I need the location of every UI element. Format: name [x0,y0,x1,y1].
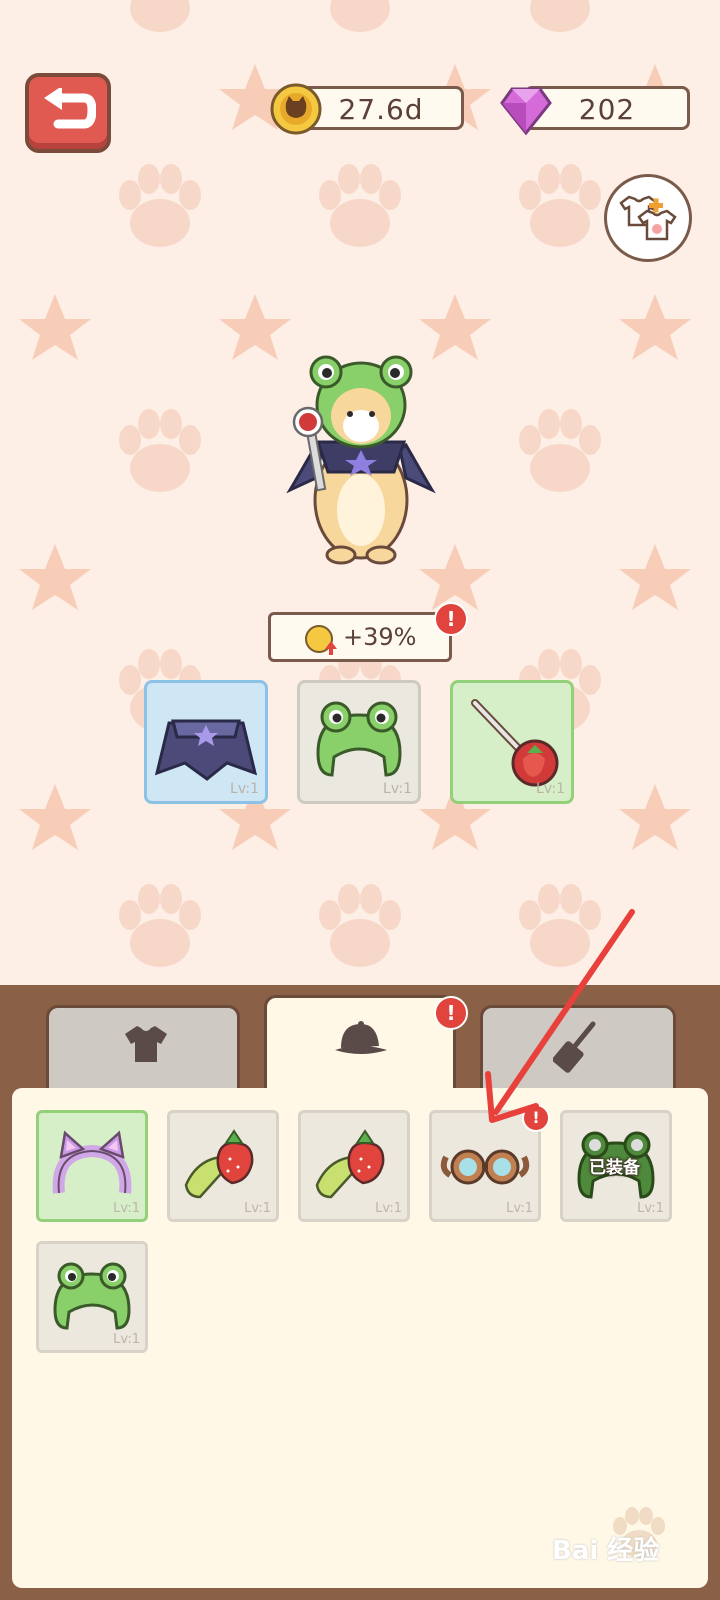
watermark: Bai 经验 [552,1536,660,1566]
coin-bonus-value: +39% [343,623,417,651]
cat-character [286,355,436,565]
shirt-icon [125,1026,167,1062]
coin-boost-icon [305,625,337,655]
equipped-slot-tool[interactable]: Lv:1 [450,680,574,804]
level-label: Lv:1 [113,1332,140,1347]
inventory-item-strawberry-hairclip[interactable]: Lv:1 [167,1110,279,1222]
inventory-item-frog-hat-equipped[interactable]: 已装备 Lv:1 [560,1110,672,1222]
cap-icon [335,1021,387,1054]
undo-arrow-icon [44,88,96,129]
level-label: Lv:1 [536,781,565,797]
coin-counter: 27.6d [298,86,464,130]
level-label: Lv:1 [375,1201,402,1216]
outfit-wardrobe-button[interactable] [604,174,692,262]
inventory-item-strawberry-hairclip[interactable]: Lv:1 [298,1110,410,1222]
alert-badge: ! [522,1104,550,1132]
level-label: Lv:1 [113,1201,140,1216]
level-label: Lv:1 [383,781,412,797]
cat-coin-icon [270,83,322,135]
inventory-panel: Lv:1 Lv:1 Lv:1 Lv:1 已装备 Lv:1 Lv:1 [12,1088,708,1588]
tab-clothes[interactable] [46,1005,240,1091]
gem-icon [500,87,552,136]
shirts-plus-icon [619,195,677,241]
spatula-icon [553,1021,596,1073]
level-label: Lv:1 [506,1201,533,1216]
equipped-label: 已装备 [589,1158,640,1178]
coin-bonus-box: +39% [268,612,452,662]
tab-tools[interactable] [480,1005,676,1091]
equipped-slot-cape[interactable]: Lv:1 [144,680,268,804]
alert-badge: ! [434,996,468,1030]
tab-hats[interactable] [264,995,456,1095]
alert-badge: ! [434,602,468,636]
equipped-slot-hat[interactable]: Lv:1 [297,680,421,804]
coin-amount: 27.6d [338,93,424,126]
level-label: Lv:1 [244,1201,271,1216]
inventory-item-cat-ear-headband[interactable]: Lv:1 [36,1110,148,1222]
level-label: Lv:1 [230,781,259,797]
level-label: Lv:1 [637,1201,664,1216]
back-button[interactable] [25,73,111,153]
inventory-item-frog-hat[interactable]: Lv:1 [36,1241,148,1353]
